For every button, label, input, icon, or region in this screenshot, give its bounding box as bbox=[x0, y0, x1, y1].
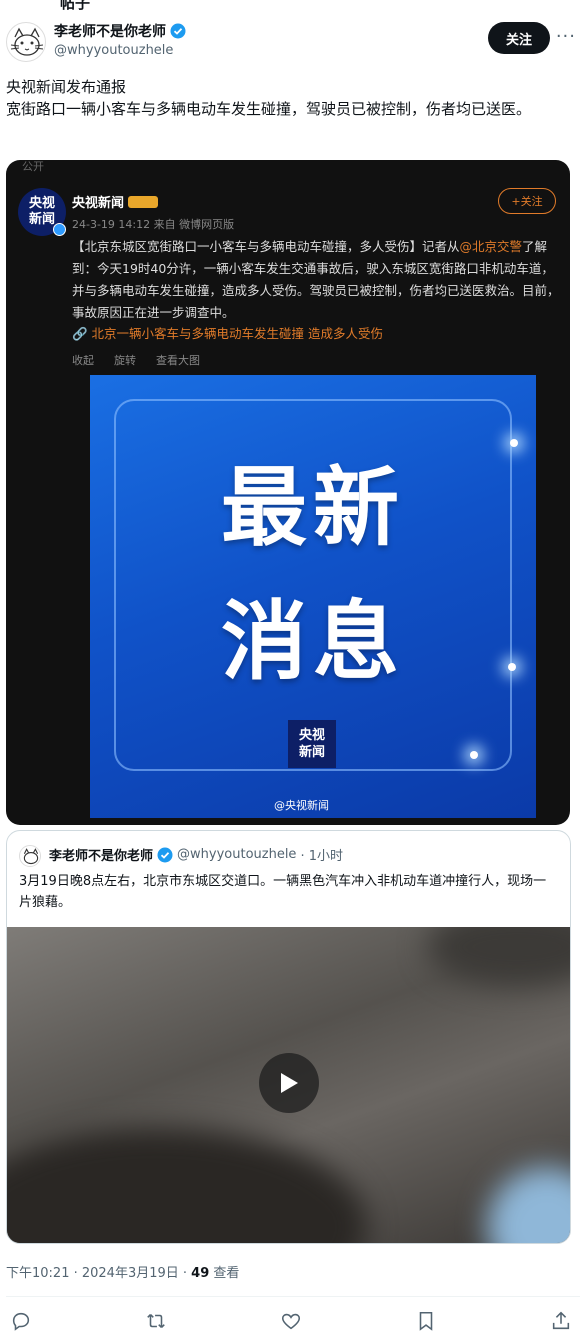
image-headline-bottom: 消息 bbox=[221, 592, 405, 692]
author-name-row[interactable]: 李老师不是你老师 bbox=[54, 21, 186, 41]
logo-text: 央视 新闻 bbox=[28, 196, 55, 227]
weibo-faded-label: 公开 bbox=[22, 160, 44, 173]
image-cctv-logo: 央视 新闻 bbox=[288, 720, 336, 768]
weibo-topic-link: 🔗 北京一辆小客车与多辆电动车发生碰撞 造成多人受伤 bbox=[72, 326, 384, 341]
weibo-body: 【北京东城区宽街路口一小客车与多辆电动车碰撞，多人受伤】记者从@北京交警了解到：… bbox=[72, 236, 560, 324]
video-shadow bbox=[7, 1127, 367, 1243]
verified-badge-icon bbox=[157, 847, 173, 862]
quoted-author-handle: @whyyoutouzhele bbox=[177, 847, 297, 862]
vip-badge-icon bbox=[128, 195, 159, 208]
follow-button[interactable]: 关注 bbox=[488, 22, 550, 54]
quoted-video[interactable] bbox=[7, 927, 570, 1243]
weibo-mention: @北京交警 bbox=[459, 239, 523, 254]
weibo-image-actions: 收起 旋转 查看大图 bbox=[72, 352, 200, 368]
weibo-body-text: 【北京东城区宽街路口一小客车与多辆电动车碰撞，多人受伤】记者从 bbox=[72, 239, 460, 254]
weibo-meta: 24-3-19 14:12 来自 微博网页版 bbox=[72, 218, 235, 231]
cat-sketch-icon bbox=[23, 848, 39, 865]
rotate-action: 旋转 bbox=[114, 354, 136, 367]
collapse-action: 收起 bbox=[72, 354, 94, 367]
author-handle[interactable]: @whyyoutouzhele bbox=[54, 43, 173, 58]
play-button[interactable] bbox=[259, 1053, 319, 1113]
image-watermark: @央视新闻 bbox=[274, 799, 329, 812]
video-highlight bbox=[487, 1167, 570, 1243]
post-text: 央视新闻发布通报 宽街路口一辆小客车与多辆电动车发生碰撞，驾驶员已被控制，伤者均… bbox=[6, 76, 574, 120]
more-options-icon[interactable]: ··· bbox=[556, 26, 576, 47]
video-shadow bbox=[427, 927, 570, 987]
timestamp-text: 下午10:21 · 2024年3月19日 · bbox=[6, 1266, 192, 1281]
attached-weibo-screenshot[interactable]: 公开 央视 新闻 央视新闻 24-3-19 14:12 来自 微博网页版 +关注… bbox=[6, 160, 570, 825]
action-bar bbox=[6, 1310, 576, 1334]
verified-dot-icon bbox=[53, 223, 66, 236]
post-text-line: 央视新闻发布通报 bbox=[6, 78, 127, 96]
share-icon[interactable] bbox=[550, 1310, 572, 1332]
post-text-line: 宽街路口一辆小客车与多辆电动车发生碰撞，驾驶员已被控制，伤者均已送医。 bbox=[6, 100, 532, 118]
view-large-action: 查看大图 bbox=[156, 354, 200, 367]
author-avatar[interactable] bbox=[6, 22, 46, 62]
divider bbox=[6, 1296, 580, 1297]
post-timestamp: 下午10:21 · 2024年3月19日 · 49 查看 bbox=[6, 1262, 239, 1281]
verified-badge-icon bbox=[170, 23, 186, 39]
cat-sketch-icon bbox=[10, 27, 44, 56]
weibo-account-row: 央视新闻 bbox=[72, 192, 159, 211]
views-label: 查看 bbox=[209, 1266, 240, 1281]
view-count: 49 bbox=[191, 1266, 210, 1281]
breaking-news-image: 最新 消息 央视 新闻 @央视新闻 bbox=[90, 375, 536, 818]
like-icon[interactable] bbox=[280, 1310, 302, 1332]
sparkle-decoration bbox=[470, 751, 478, 759]
quoted-author-avatar bbox=[19, 845, 41, 867]
quoted-tweet[interactable]: 李老师不是你老师 @whyyoutouzhele · 1小时 3月19日晚8点左… bbox=[6, 830, 571, 1244]
author-name[interactable]: 李老师不是你老师 bbox=[54, 21, 166, 41]
cctv-news-logo: 央视 新闻 bbox=[18, 188, 66, 236]
sparkle-decoration bbox=[510, 439, 518, 447]
image-headline-top: 最新 bbox=[221, 458, 405, 558]
play-icon bbox=[281, 1073, 298, 1093]
bookmark-icon[interactable] bbox=[415, 1310, 437, 1332]
quoted-tweet-text: 3月19日晚8点左右，北京市东城区交道口。一辆黑色汽车冲入非机动车道冲撞行人，现… bbox=[19, 874, 547, 910]
page-header-title: 帖子 bbox=[60, 0, 91, 12]
quoted-author-name: 李老师不是你老师 bbox=[49, 849, 154, 864]
weibo-follow-button: +关注 bbox=[498, 188, 556, 214]
sparkle-decoration bbox=[508, 663, 516, 671]
quoted-tweet-time: · 1小时 bbox=[300, 849, 343, 864]
weibo-account-name: 央视新闻 bbox=[72, 196, 125, 211]
post-header: 李老师不是你老师 @whyyoutouzhele 关注 ··· bbox=[6, 18, 576, 64]
reply-icon[interactable] bbox=[10, 1310, 32, 1332]
retweet-icon[interactable] bbox=[145, 1310, 167, 1332]
quoted-tweet-header: 李老师不是你老师 @whyyoutouzhele · 1小时 bbox=[49, 845, 343, 864]
